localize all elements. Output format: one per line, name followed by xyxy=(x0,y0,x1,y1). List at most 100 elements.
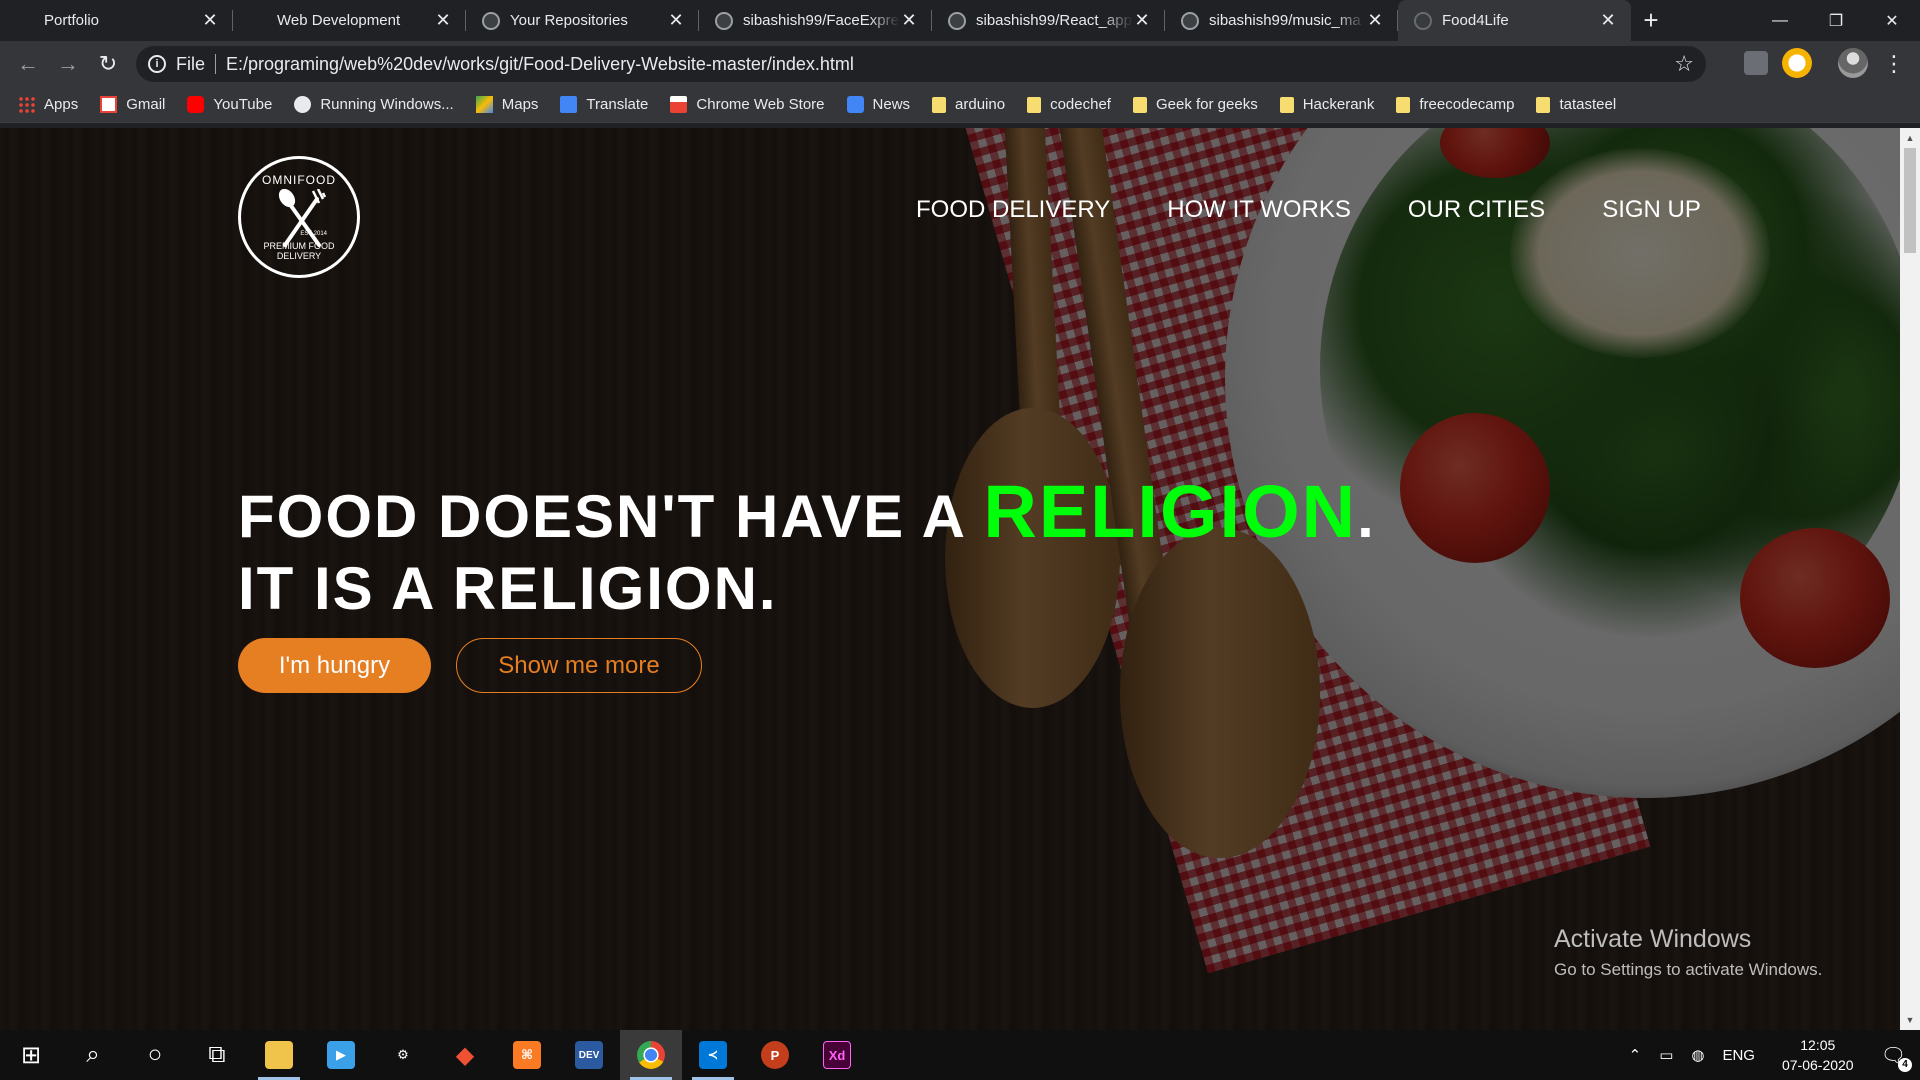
bookmark-star-icon[interactable]: ☆ xyxy=(1674,51,1694,77)
windows-taskbar: ⊞ ⌕ ○ ⧉ ▶ ⚙ ◆ ⌘ DEV ≺ P Xd ⌃ ▭ ◍ ENG 12:05 07-06-20… xyxy=(0,1030,1920,1080)
github-icon xyxy=(1414,11,1432,30)
activate-windows-title: Activate Windows xyxy=(1554,925,1752,953)
logo-est-text: EST 2014 xyxy=(300,231,327,237)
language-indicator[interactable]: ENG xyxy=(1722,1047,1755,1064)
tab-5[interactable]: sibashish99/music_ma ✕ xyxy=(1165,0,1398,41)
taskbar-git-button[interactable]: ◆ xyxy=(434,1030,496,1080)
tab-4[interactable]: sibashish99/React_app ✕ xyxy=(932,0,1165,41)
scrollbar-thumb[interactable] xyxy=(1904,148,1916,253)
back-button[interactable]: ← xyxy=(8,46,48,82)
cortana-icon: ○ xyxy=(147,1041,163,1068)
bookmark-translate[interactable]: Translate xyxy=(560,96,648,113)
close-tab-icon[interactable]: ✕ xyxy=(201,10,219,31)
taskbar-chrome-button[interactable] xyxy=(620,1030,682,1080)
info-icon[interactable]: i xyxy=(148,55,166,73)
file-explorer-icon xyxy=(265,1041,293,1069)
media-player-icon: ▶ xyxy=(327,1041,355,1069)
task-view-icon: ⧉ xyxy=(208,1041,226,1068)
profile-avatar[interactable] xyxy=(1838,48,1868,78)
maps-icon xyxy=(475,96,493,113)
bookmark-running-windows[interactable]: Running Windows... xyxy=(294,96,454,113)
address-url[interactable]: E:/programing/web%20dev/works/git/Food-D… xyxy=(226,54,854,75)
adobe-xd-icon: Xd xyxy=(823,1041,851,1069)
github-icon xyxy=(715,11,733,30)
address-separator xyxy=(215,54,217,74)
clock[interactable]: 12:05 07-06-2020 xyxy=(1782,1035,1854,1075)
tab-title: sibashish99/FaceExpres xyxy=(743,12,900,29)
bookmark-freecodecamp[interactable]: freecodecamp xyxy=(1396,96,1514,113)
bookmark-geek-for-geeks[interactable]: Geek for geeks xyxy=(1132,96,1258,113)
close-tab-icon[interactable]: ✕ xyxy=(900,10,918,31)
bookmark-apps[interactable]: Apps xyxy=(18,96,78,113)
bookmark-arduino[interactable]: arduino xyxy=(932,96,1005,113)
bookmark-news[interactable]: News xyxy=(846,96,910,113)
show-me-more-button[interactable]: Show me more xyxy=(456,638,702,693)
restore-button[interactable]: ❐ xyxy=(1808,0,1864,41)
taskbar-adobe-xd-button[interactable]: Xd xyxy=(806,1030,868,1080)
reload-button[interactable]: ↻ xyxy=(88,46,128,82)
tab-1[interactable]: Web Development ✕ xyxy=(233,0,466,41)
xampp-icon: ⌘ xyxy=(513,1041,541,1069)
close-tab-icon[interactable]: ✕ xyxy=(1366,10,1384,31)
scroll-up-icon[interactable]: ▲ xyxy=(1900,130,1920,146)
taskbar-xampp-button[interactable]: ⌘ xyxy=(496,1030,558,1080)
scroll-down-icon[interactable]: ▼ xyxy=(1900,1012,1920,1028)
nav-how-it-works[interactable]: HOW IT WORKS xyxy=(1167,196,1351,224)
bookmark-tatasteel[interactable]: tatasteel xyxy=(1536,96,1616,113)
notifications-icon[interactable]: 🗨 4 xyxy=(1881,1043,1912,1072)
taskbar-media-player-button[interactable]: ▶ xyxy=(310,1030,372,1080)
git-icon: ◆ xyxy=(455,1041,475,1069)
extension-icon[interactable] xyxy=(1744,51,1768,75)
taskbar-powerpoint-button[interactable]: P xyxy=(744,1030,806,1080)
more-vert-icon: ⋮ xyxy=(1883,51,1905,76)
gmail-icon xyxy=(100,96,118,113)
search-icon: ⌕ xyxy=(86,1041,100,1068)
tab-2[interactable]: Your Repositories ✕ xyxy=(466,0,699,41)
bookmark-maps[interactable]: Maps xyxy=(475,96,538,113)
network-globe-icon[interactable]: ◍ xyxy=(1691,1046,1704,1064)
site-logo[interactable]: OMNIFOOD EST 2014 PREMIUM FOOD DELIVERY xyxy=(238,156,360,278)
system-tray: ⌃ ▭ ◍ ENG 12:05 07-06-2020 🗨 4 xyxy=(1620,1030,1920,1080)
taskbar-vscode-button[interactable]: ≺ xyxy=(682,1030,744,1080)
tab-title: Food4Life xyxy=(1442,12,1509,29)
chevron-up-icon[interactable]: ⌃ xyxy=(1629,1046,1642,1064)
address-bar[interactable]: i File E:/programing/web%20dev/works/git… xyxy=(136,46,1706,82)
taskbar-task-view-button[interactable]: ⧉ xyxy=(186,1030,248,1080)
powerpoint-icon: P xyxy=(761,1041,789,1069)
css-extension-icon[interactable] xyxy=(1782,48,1812,78)
bookmark-hackerank[interactable]: Hackerank xyxy=(1279,96,1374,113)
tab-3[interactable]: sibashish99/FaceExpres ✕ xyxy=(699,0,932,41)
taskbar-file-explorer-button[interactable] xyxy=(248,1030,310,1080)
tab-title: Your Repositories xyxy=(510,12,628,29)
battery-icon[interactable]: ▭ xyxy=(1659,1046,1673,1064)
tab-0[interactable]: Portfolio ✕ xyxy=(0,0,233,41)
bookmark-codechef[interactable]: codechef xyxy=(1027,96,1111,113)
new-tab-button[interactable]: + xyxy=(1631,0,1671,41)
bookmark-youtube[interactable]: YouTube xyxy=(187,96,272,113)
taskbar-cortana-button[interactable]: ○ xyxy=(124,1030,186,1080)
taskbar-settings-button[interactable]: ⚙ xyxy=(372,1030,434,1080)
close-tab-icon[interactable]: ✕ xyxy=(667,10,685,31)
im-hungry-button[interactable]: I'm hungry xyxy=(238,638,431,693)
tab-strip: Portfolio ✕ Web Development ✕ Your Repositor… xyxy=(0,0,1920,41)
chrome-icon xyxy=(637,1041,665,1069)
minimize-button[interactable]: — xyxy=(1752,0,1808,41)
nav-food-delivery[interactable]: FOOD DELIVERY xyxy=(916,196,1110,224)
close-window-button[interactable]: ✕ xyxy=(1864,0,1920,41)
close-tab-icon[interactable]: ✕ xyxy=(434,10,452,31)
tab-6[interactable]: Food4Life ✕ xyxy=(1398,0,1631,41)
nav-our-cities[interactable]: OUR CITIES xyxy=(1408,196,1545,224)
logo-bottom-text: PREMIUM FOOD DELIVERY xyxy=(263,241,335,261)
bookmark-chrome-web-store[interactable]: Chrome Web Store xyxy=(670,96,825,113)
page-scrollbar[interactable]: ▲ ▼ xyxy=(1900,128,1920,1030)
taskbar-dev-cpp-button[interactable]: DEV xyxy=(558,1030,620,1080)
menu-button[interactable]: ⋮ xyxy=(1874,46,1914,82)
bookmark-label: Apps xyxy=(44,96,79,113)
taskbar-start-button[interactable]: ⊞ xyxy=(0,1030,62,1080)
close-tab-icon[interactable]: ✕ xyxy=(1133,10,1151,31)
taskbar-search-button[interactable]: ⌕ xyxy=(62,1030,124,1080)
nav-sign-up[interactable]: SIGN UP xyxy=(1602,196,1701,224)
forward-button[interactable]: → xyxy=(48,46,88,82)
bookmark-gmail[interactable]: Gmail xyxy=(100,96,165,113)
close-tab-icon[interactable]: ✕ xyxy=(1599,10,1617,31)
